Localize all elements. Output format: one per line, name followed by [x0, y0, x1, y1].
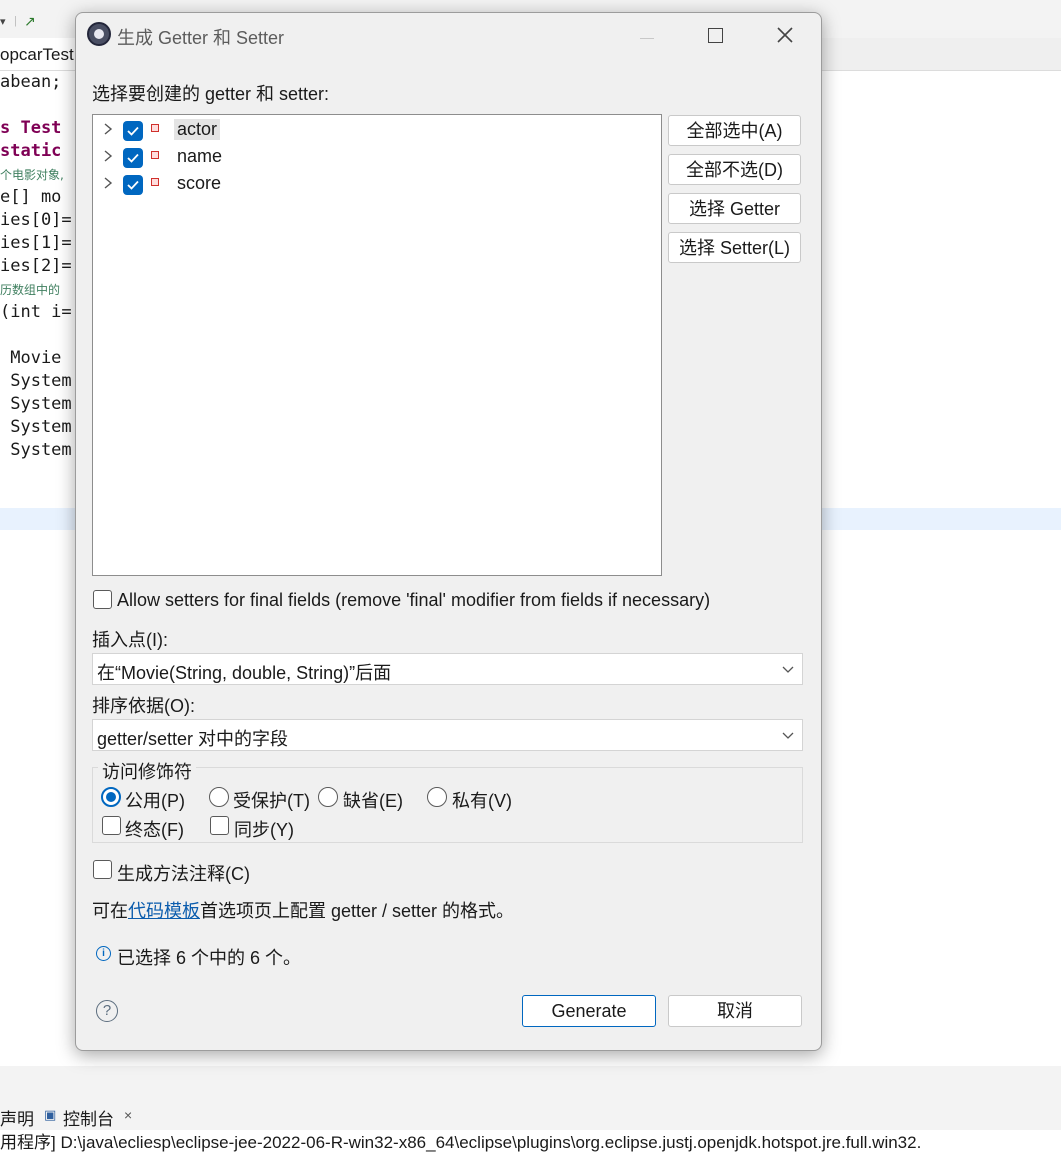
- sort-by-select[interactable]: getter/setter 对中的字段: [92, 719, 803, 751]
- fields-prompt: 选择要创建的 getter 和 setter:: [92, 84, 330, 104]
- field-name: actor: [174, 119, 221, 140]
- default-label: 缺省(E): [343, 791, 403, 811]
- access-modifier-group: [92, 767, 803, 843]
- code-line: 历数组中的: [0, 283, 61, 297]
- tab-declaration[interactable]: 声明: [0, 1105, 34, 1130]
- chevron-down-icon: [782, 666, 794, 673]
- panel-divider: [0, 1066, 1061, 1100]
- new-window-icon[interactable]: ↗: [24, 13, 36, 30]
- insertion-point-value: 在“Movie(String, double, String)”后面: [97, 663, 392, 683]
- field-row[interactable]: actor: [93, 117, 661, 143]
- sort-by-value: getter/setter 对中的字段: [97, 729, 289, 749]
- selection-status: 已选择 6 个中的 6 个。: [117, 948, 302, 968]
- default-radio[interactable]: [318, 787, 338, 807]
- generate-button[interactable]: Generate: [522, 995, 656, 1027]
- chevron-right-icon[interactable]: [101, 174, 115, 192]
- synchronized-checkbox[interactable]: [210, 816, 229, 835]
- code-line: static: [0, 141, 62, 161]
- field-row[interactable]: name: [93, 144, 661, 170]
- code-line: ies[2]=: [0, 256, 72, 276]
- field-checkbox[interactable]: [123, 175, 143, 195]
- fields-tree[interactable]: actor name score: [92, 114, 662, 576]
- code-line: abean;: [0, 72, 62, 92]
- select-all-button[interactable]: 全部选中(A): [668, 115, 801, 146]
- info-icon: i: [96, 946, 111, 961]
- select-setters-button[interactable]: 选择 Setter(L): [668, 232, 801, 263]
- generate-comments-checkbox[interactable]: [93, 860, 112, 879]
- private-field-icon: [151, 178, 159, 186]
- generate-comments-label: 生成方法注释(C): [117, 864, 250, 884]
- code-line: ies[1]=: [0, 233, 72, 253]
- console-icon: ▣: [44, 1107, 57, 1122]
- code-line: System: [0, 440, 72, 460]
- checkmark-icon: [127, 126, 139, 136]
- code-line: e[] mo: [0, 187, 62, 207]
- field-checkbox[interactable]: [123, 148, 143, 168]
- synchronized-label: 同步(Y): [234, 820, 294, 840]
- allow-final-checkbox[interactable]: [93, 590, 112, 609]
- toolbar-separator: |: [14, 15, 17, 27]
- allow-final-label: Allow setters for final fields (remove '…: [117, 590, 711, 610]
- private-field-icon: [151, 124, 159, 132]
- close-button[interactable]: [762, 19, 808, 51]
- deselect-all-button[interactable]: 全部不选(D): [668, 154, 801, 185]
- field-name: score: [177, 173, 222, 193]
- minimize-button[interactable]: [624, 19, 670, 51]
- field-row[interactable]: score: [93, 171, 661, 197]
- checkmark-icon: [127, 153, 139, 163]
- field-name: name: [177, 146, 223, 166]
- public-radio[interactable]: [101, 787, 121, 807]
- code-line: System: [0, 417, 72, 437]
- code-line: (int i=: [0, 302, 72, 322]
- final-checkbox[interactable]: [102, 816, 121, 835]
- chevron-right-icon[interactable]: [101, 147, 115, 165]
- editor-tab[interactable]: opcarTest: [0, 38, 81, 70]
- code-line: ies[0]=: [0, 210, 72, 230]
- generate-getters-setters-dialog: 生成 Getter 和 Setter 选择要创建的 getter 和 sette…: [75, 12, 822, 1051]
- public-label: 公用(P): [125, 791, 185, 811]
- code-line: Movie: [0, 348, 62, 368]
- code-line: System: [0, 394, 72, 414]
- chevron-right-icon[interactable]: [101, 120, 115, 138]
- private-field-icon: [151, 151, 159, 159]
- code-line: s Test: [0, 118, 62, 138]
- private-radio[interactable]: [427, 787, 447, 807]
- template-hint: 可在代码模板首选项页上配置 getter / setter 的格式。: [92, 897, 514, 923]
- close-icon: [777, 27, 793, 43]
- console-output: 用程序] D:\java\ecliesp\eclipse-jee-2022-06…: [0, 1130, 1061, 1159]
- code-line: 个电影对象,: [0, 168, 64, 182]
- select-getters-button[interactable]: 选择 Getter: [668, 193, 801, 224]
- insertion-point-label: 插入点(I):: [92, 630, 168, 650]
- cancel-button[interactable]: 取消: [668, 995, 802, 1027]
- private-label: 私有(V): [452, 791, 512, 811]
- title-bar[interactable]: 生成 Getter 和 Setter: [76, 13, 821, 57]
- template-hint-prefix: 可在: [92, 901, 128, 921]
- dropdown-arrow-icon[interactable]: ▾: [0, 15, 6, 28]
- tab-console[interactable]: 控制台: [63, 1105, 114, 1130]
- final-label: 终态(F): [125, 820, 184, 840]
- checkmark-icon: [127, 180, 139, 190]
- close-icon[interactable]: ×: [124, 1107, 132, 1123]
- sort-by-label: 排序依据(O):: [92, 696, 195, 716]
- editor-tab-label: opcarTest: [0, 45, 74, 64]
- template-hint-suffix: 首选项页上配置 getter / setter 的格式。: [200, 901, 515, 921]
- maximize-button[interactable]: [692, 19, 738, 51]
- field-checkbox[interactable]: [123, 121, 143, 141]
- eclipse-icon: [87, 22, 111, 46]
- chevron-down-icon: [782, 732, 794, 739]
- bottom-panel-tabs: 声明 ▣ 控制台 ×: [0, 1100, 1061, 1130]
- access-modifier-title: 访问修饰符: [98, 758, 196, 784]
- protected-radio[interactable]: [209, 787, 229, 807]
- dialog-title: 生成 Getter 和 Setter: [117, 28, 285, 48]
- protected-label: 受保护(T): [233, 791, 310, 811]
- insertion-point-select[interactable]: 在“Movie(String, double, String)”后面: [92, 653, 803, 685]
- code-templates-link[interactable]: 代码模板: [128, 901, 200, 921]
- code-line: System: [0, 371, 72, 391]
- help-icon[interactable]: ?: [96, 1000, 118, 1022]
